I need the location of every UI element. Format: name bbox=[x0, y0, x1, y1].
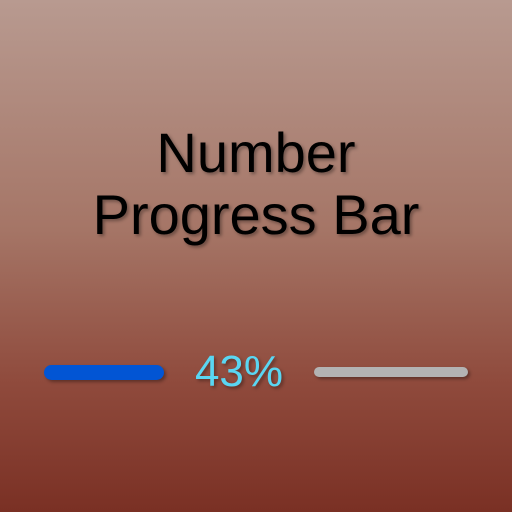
title: Number Progress Bar bbox=[0, 122, 512, 246]
progress-bar: 43% bbox=[44, 345, 468, 400]
progress-percent-label: 43% bbox=[194, 347, 284, 396]
progress-fill bbox=[44, 365, 164, 380]
progress-remaining bbox=[314, 367, 468, 377]
title-line-1: Number bbox=[156, 121, 356, 184]
title-line-2: Progress Bar bbox=[92, 183, 420, 246]
